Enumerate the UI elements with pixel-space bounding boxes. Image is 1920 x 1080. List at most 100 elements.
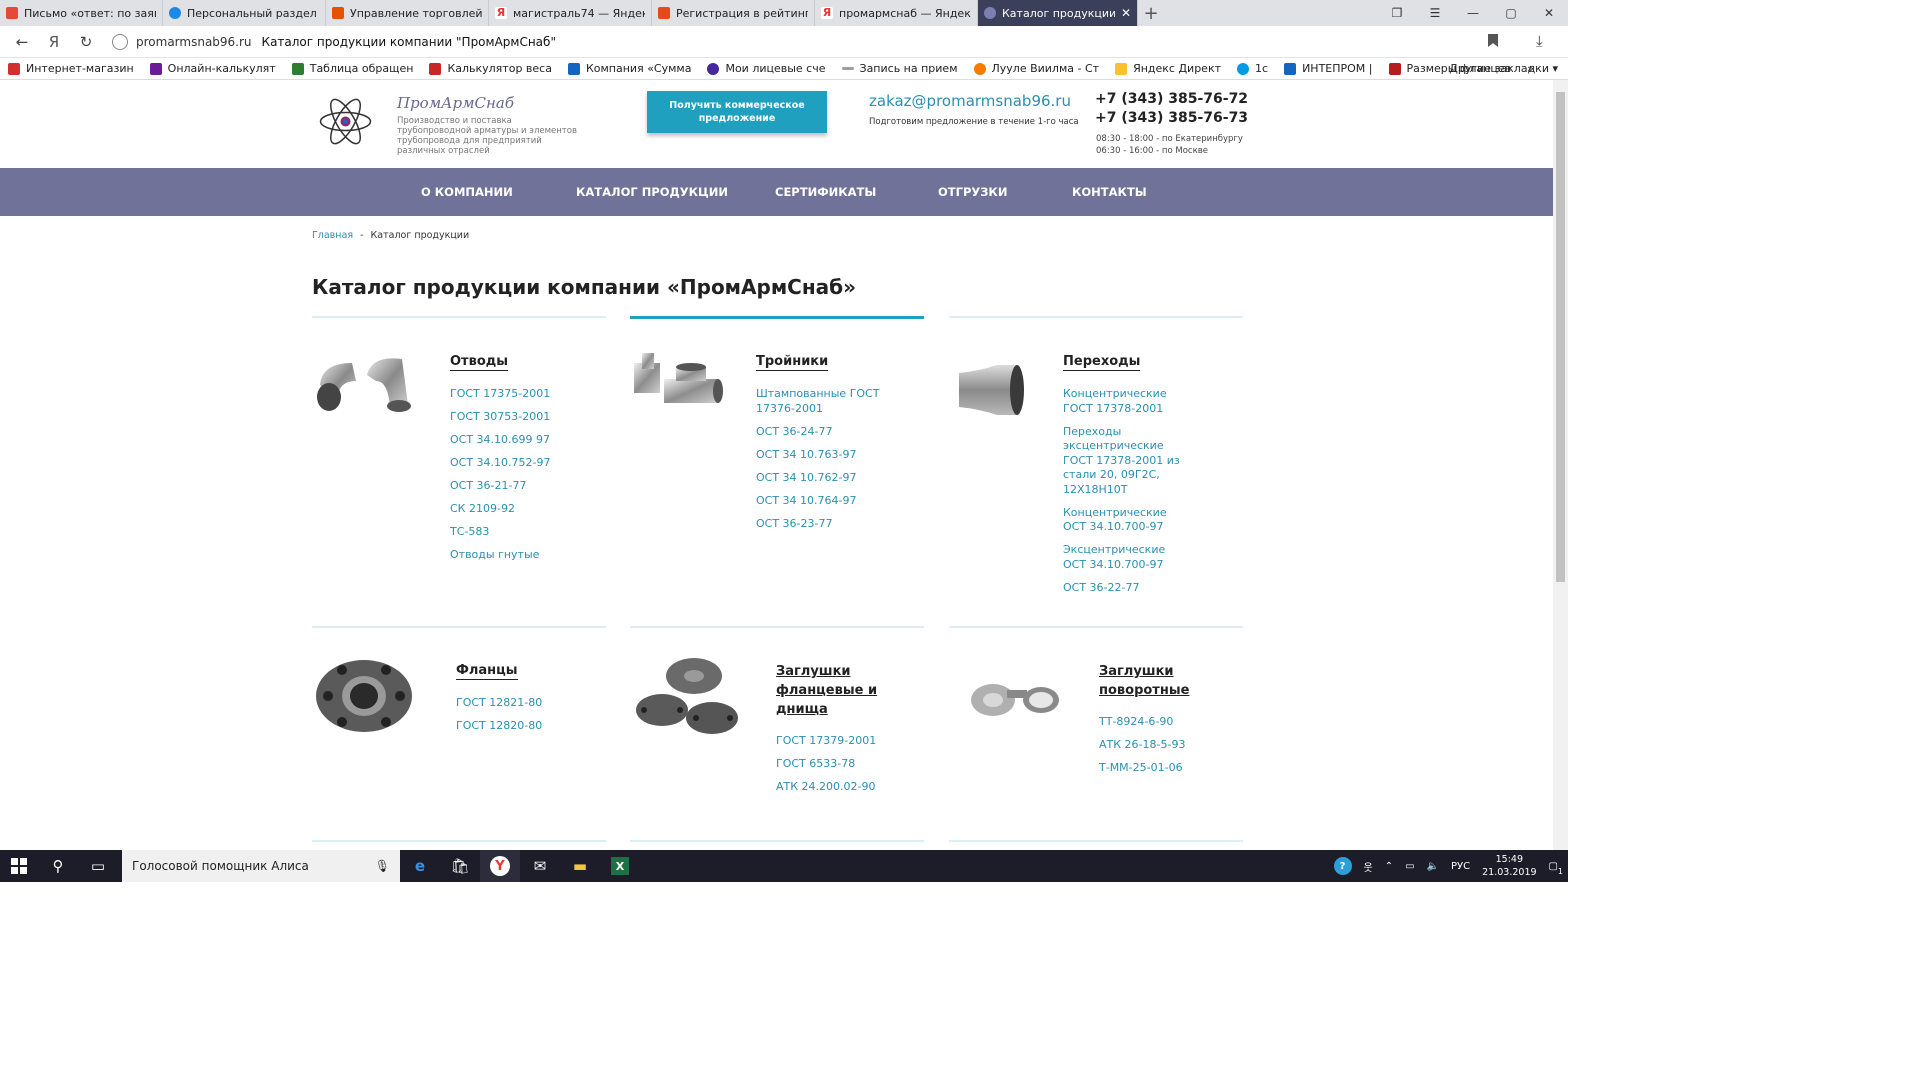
back-arrow-icon[interactable]: ← — [6, 33, 38, 51]
browser-tab-active[interactable]: Каталог продукции ком✕ — [978, 0, 1138, 26]
bookmark-item[interactable]: Яндекс Директ — [1107, 62, 1229, 75]
product-link[interactable]: Переходы эксцентрические ГОСТ 17378-2001… — [1063, 425, 1183, 498]
minimize-icon[interactable]: — — [1454, 0, 1492, 26]
email-link[interactable]: zakaz@promarmsnab96.ru — [869, 92, 1071, 110]
chevron-up-icon[interactable]: ⌃ — [1385, 861, 1393, 872]
assistant-search-box[interactable]: Голосовой помощник Алиса 🎙 — [122, 850, 400, 882]
yandex-browser-icon[interactable]: Y — [480, 850, 520, 882]
bookmark-item[interactable]: Онлайн-калькулят — [142, 62, 284, 75]
bookmark-item[interactable]: Лууле Виилма - Ст — [966, 62, 1108, 75]
excel-icon[interactable]: X — [600, 850, 640, 882]
menu-icon[interactable]: ☰ — [1416, 0, 1454, 26]
store-icon[interactable]: 🛍 — [440, 850, 480, 882]
microphone-icon[interactable]: 🎙 — [375, 859, 390, 873]
product-link[interactable]: ГОСТ 12820-80 — [456, 719, 576, 734]
notification-icon[interactable]: ▢ 1 — [1549, 861, 1563, 876]
search-icon[interactable]: ⚲ — [38, 850, 78, 882]
blind-flange-image[interactable] — [630, 654, 740, 744]
tee-image[interactable] — [630, 345, 725, 425]
request-offer-button[interactable]: Получить коммерческое предложение — [647, 91, 827, 133]
product-link[interactable]: ОСТ 34.10.699 97 — [450, 433, 570, 448]
product-link[interactable]: ГОСТ 12821-80 — [456, 696, 576, 711]
bookmark-item[interactable]: ИНТЕПРОМ | — [1276, 62, 1380, 75]
product-link[interactable]: СК 2109-92 — [450, 502, 570, 517]
category-title[interactable]: Фланцы — [456, 662, 518, 680]
browser-tab[interactable]: Персональный раздел — [163, 0, 326, 26]
product-link[interactable]: Отводы гнутые — [450, 548, 570, 563]
nav-item-about[interactable]: О КОМПАНИИ — [421, 185, 513, 199]
product-link[interactable]: ОСТ 36-21-77 — [450, 479, 570, 494]
task-view-icon[interactable]: ▭ — [78, 850, 118, 882]
bookmark-item[interactable]: Мои лицевые сче — [699, 62, 833, 75]
product-link[interactable]: ОСТ 36-23-77 — [756, 517, 886, 532]
browser-tab[interactable]: Япромармснаб — Яндекс: н — [815, 0, 978, 26]
bookmark-item[interactable]: Таблица обращен — [284, 62, 422, 75]
category-title[interactable]: Отводы — [450, 353, 508, 371]
people-icon[interactable]: 웃 — [1364, 859, 1373, 874]
edge-icon[interactable]: e — [400, 850, 440, 882]
other-bookmarks-button[interactable]: Другие закладки ▾ — [1441, 62, 1566, 75]
flange-image[interactable] — [312, 654, 422, 744]
browser-tab[interactable]: Письмо «ответ: по заявке — [0, 0, 163, 26]
nav-item-certificates[interactable]: СЕРТИФИКАТЫ — [775, 185, 876, 199]
product-link[interactable]: ГОСТ 17379-2001 — [776, 734, 896, 749]
network-icon[interactable]: ▭ — [1405, 861, 1414, 872]
product-link[interactable]: ГОСТ 6533-78 — [776, 757, 896, 772]
tabs-list-icon[interactable]: ❐ — [1378, 0, 1416, 26]
bookmark-item[interactable]: Интернет-магазин — [0, 62, 142, 75]
spectacle-blind-image[interactable] — [949, 654, 1069, 744]
product-link[interactable]: Концентрические ГОСТ 17378-2001 — [1063, 387, 1183, 416]
bookmark-item[interactable]: Запись на прием — [834, 62, 966, 75]
browser-tab[interactable]: Управление торговлей, ре — [326, 0, 489, 26]
product-link[interactable]: ОСТ 34 10.763-97 — [756, 448, 886, 463]
reducer-image[interactable] — [949, 345, 1039, 425]
category-title[interactable]: Переходы — [1063, 353, 1141, 371]
nav-item-contacts[interactable]: КОНТАКТЫ — [1072, 185, 1147, 199]
product-link[interactable]: ГОСТ 17375-2001 — [450, 387, 570, 402]
windows-start-icon[interactable] — [0, 850, 38, 882]
bookmark-item[interactable]: Калькулятор веса — [421, 62, 560, 75]
scrollbar-thumb[interactable] — [1556, 92, 1565, 582]
elbow-image[interactable] — [312, 345, 422, 425]
product-link[interactable]: Концентрические ОСТ 34.10.700-97 — [1063, 506, 1183, 535]
product-link[interactable]: Т-ММ-25-01-06 — [1099, 761, 1219, 776]
product-link[interactable]: АТК 26-18-5-93 — [1099, 738, 1219, 753]
category-title[interactable]: Заглушки фланцевые и днища — [776, 662, 886, 719]
new-tab-button[interactable]: + — [1138, 0, 1164, 26]
product-link[interactable]: ТТ-8924-6-90 — [1099, 715, 1219, 730]
url-field[interactable]: promarmsnab96.ru Каталог продукции компа… — [112, 30, 1512, 54]
product-link[interactable]: ОСТ 36-24-77 — [756, 425, 886, 440]
product-link[interactable]: Эксцентрические ОСТ 34.10.700-97 — [1063, 543, 1183, 572]
nav-item-shipments[interactable]: ОТГРУЗКИ — [938, 185, 1007, 199]
category-title[interactable]: Тройники — [756, 353, 829, 371]
product-link[interactable]: Штампованные ГОСТ 17376-2001 — [756, 387, 886, 416]
product-link[interactable]: ОСТ 34 10.762-97 — [756, 471, 886, 486]
brand-name[interactable]: ПромАрмСнаб — [397, 94, 514, 112]
page-scrollbar[interactable] — [1553, 80, 1568, 850]
help-icon[interactable]: ? — [1333, 857, 1352, 875]
download-icon[interactable]: ⤓ — [1536, 32, 1543, 50]
yandex-button[interactable]: Я — [38, 33, 70, 51]
close-icon[interactable]: ✕ — [1121, 6, 1131, 20]
mail-icon[interactable]: ✉ — [520, 850, 560, 882]
phone-2[interactable]: +7 (343) 385-76-73 — [1095, 110, 1248, 126]
volume-icon[interactable]: 🔈 — [1427, 861, 1439, 872]
file-explorer-icon[interactable]: ▬ — [560, 850, 600, 882]
breadcrumb-home[interactable]: Главная — [312, 230, 353, 241]
nav-item-catalog[interactable]: КАТАЛОГ ПРОДУКЦИИ — [576, 185, 728, 199]
product-link[interactable]: ОСТ 36-22-77 — [1063, 581, 1183, 596]
close-window-icon[interactable]: ✕ — [1530, 0, 1568, 26]
bookmark-item[interactable]: 1с — [1229, 62, 1276, 75]
category-title[interactable]: Заглушки поворотные — [1099, 662, 1199, 700]
product-link[interactable]: АТК 24.200.02-90 — [776, 780, 896, 795]
clock[interactable]: 15:49 21.03.2019 — [1482, 853, 1536, 879]
product-link[interactable]: ОСТ 34 10.764-97 — [756, 494, 886, 509]
bookmark-item[interactable]: Компания «Сумма — [560, 62, 699, 75]
browser-tab[interactable]: Регистрация в рейтинге — [652, 0, 815, 26]
language-indicator[interactable]: РУС — [1451, 861, 1470, 872]
product-link[interactable]: ОСТ 34.10.752-97 — [450, 456, 570, 471]
reload-icon[interactable]: ↻ — [70, 33, 102, 51]
phone-1[interactable]: +7 (343) 385-76-72 — [1095, 91, 1248, 107]
atom-logo-icon[interactable] — [318, 94, 373, 149]
product-link[interactable]: ГОСТ 30753-2001 — [450, 410, 570, 425]
